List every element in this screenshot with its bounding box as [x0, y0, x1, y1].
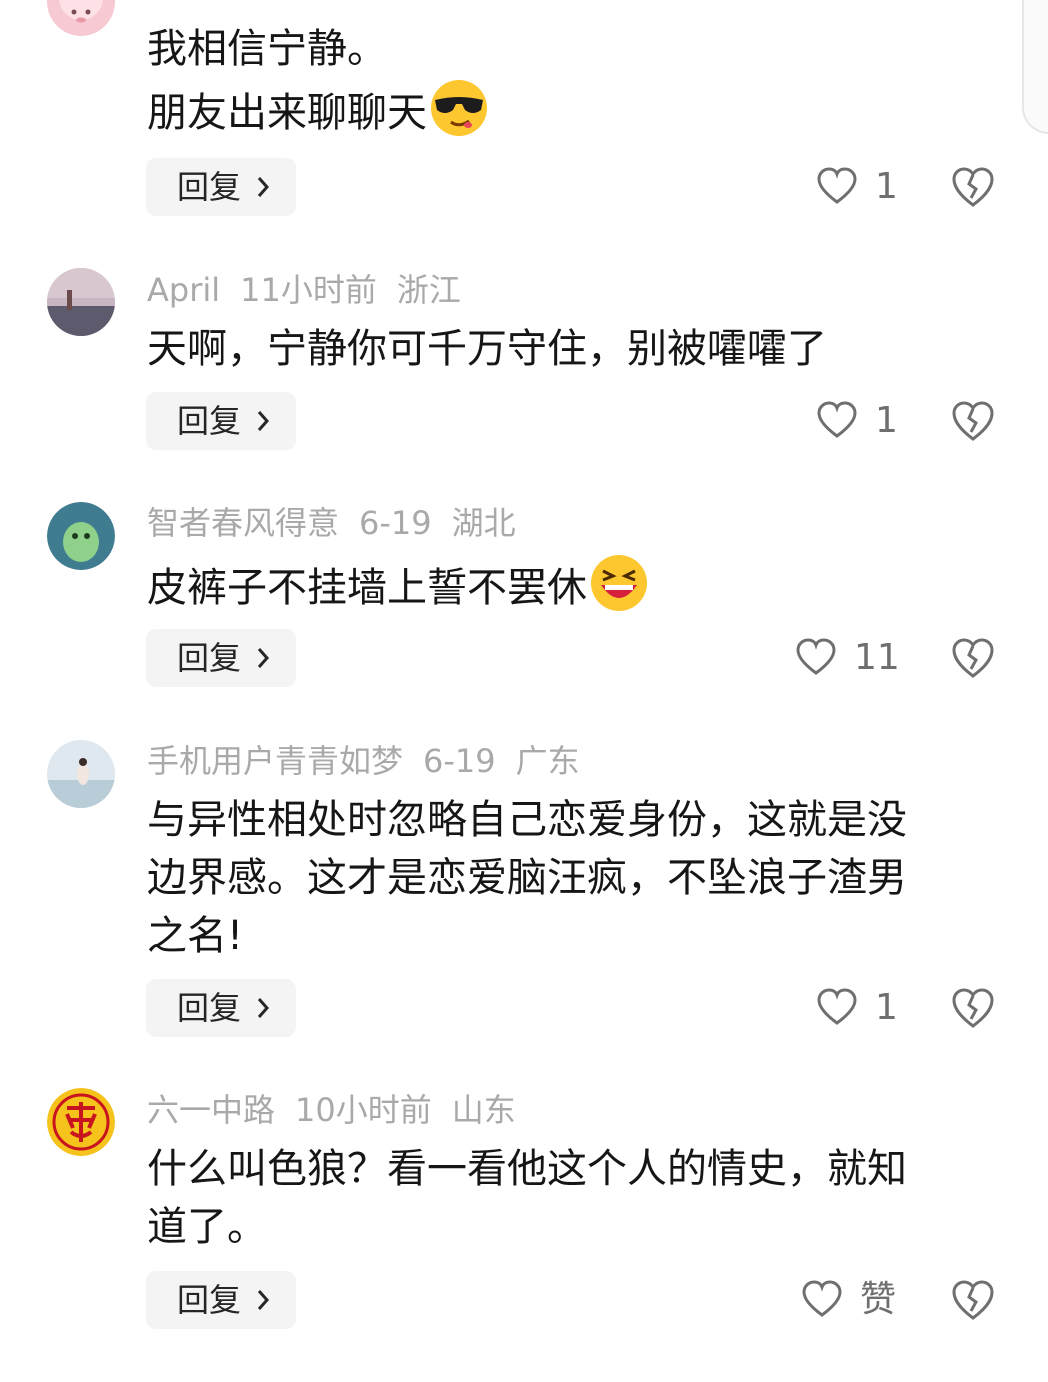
avatar[interactable] [47, 740, 115, 808]
chevron-right-icon [257, 411, 270, 431]
reply-button[interactable]: 回复 [146, 392, 296, 450]
broken-heart-icon[interactable] [951, 986, 995, 1030]
comment-region: 浙江 [396, 271, 461, 309]
reply-label: 回复 [177, 1281, 242, 1319]
avatar[interactable] [47, 268, 115, 336]
reply-button[interactable]: 回复 [146, 1271, 296, 1329]
like-count: 1 [875, 166, 898, 207]
heart-outline-icon [796, 638, 836, 675]
broken-heart-icon[interactable] [951, 636, 995, 680]
like-count: 1 [875, 987, 898, 1028]
comment-text: 我相信宁静。 朋友出来聊聊天 [147, 20, 1007, 142]
laughing-emoji-icon [591, 555, 647, 611]
chevron-right-icon [257, 1290, 270, 1310]
reply-button[interactable]: 回复 [146, 158, 296, 216]
comment-region: 山东 [451, 1091, 516, 1129]
broken-heart-icon[interactable] [951, 399, 995, 443]
comment-list-page: 我相信宁静。 朋友出来聊聊天 回复 1 April 11小时前 浙江 天啊，宁静… [0, 0, 1048, 1382]
heart-outline-icon [817, 988, 857, 1025]
user-name[interactable]: 六一中路 [147, 1091, 275, 1129]
reply-button[interactable]: 回复 [146, 629, 296, 687]
user-name[interactable]: 智者春风得意 [147, 504, 339, 542]
comment-text: 与异性相处时忽略自己恋爱身份，这就是没 边界感。这才是恋爱脑汪疯，不坠浪子渣男 … [147, 797, 907, 959]
broken-heart-icon[interactable] [951, 165, 995, 209]
comment-meta: 手机用户青青如梦 6-19 广东 [147, 741, 600, 781]
avatar[interactable] [47, 1088, 115, 1156]
sunglasses-emoji-icon [431, 80, 487, 136]
heart-outline-icon [802, 1280, 842, 1317]
broken-heart-icon[interactable] [951, 1278, 995, 1322]
chevron-right-icon [257, 648, 270, 668]
like-count: 11 [854, 637, 900, 678]
comment-meta: 智者春风得意 6-19 湖北 [147, 503, 536, 543]
reply-button[interactable]: 回复 [146, 979, 296, 1037]
comment-time: 6-19 [423, 742, 496, 780]
heart-outline-icon [817, 401, 857, 438]
user-name[interactable]: April [147, 271, 220, 309]
comment-time: 10小时前 [295, 1091, 432, 1129]
comment-text: 皮裤子不挂墙上誓不罢休 [147, 553, 1007, 617]
like-count: 赞 [860, 1279, 897, 1320]
avatar[interactable] [47, 502, 115, 570]
chevron-right-icon [257, 998, 270, 1018]
comment-text: 天啊，宁静你可千万守住，别被嚯嚯了 [147, 326, 827, 372]
reply-label: 回复 [177, 639, 242, 677]
comment-time: 6-19 [359, 504, 432, 542]
avatar[interactable] [47, 0, 115, 36]
panel-edge [1022, 0, 1048, 134]
comment-region: 广东 [515, 742, 580, 780]
reply-label: 回复 [177, 168, 242, 206]
comment-text: 什么叫色狼？看一看他这个人的情史，就知 道了。 [147, 1146, 907, 1250]
user-name[interactable]: 手机用户青青如梦 [147, 742, 403, 780]
comment-meta: 六一中路 10小时前 山东 [147, 1090, 536, 1130]
chevron-right-icon [257, 177, 270, 197]
reply-label: 回复 [177, 989, 242, 1027]
comment-time: 11小时前 [240, 271, 377, 309]
like-count: 1 [875, 400, 898, 441]
reply-label: 回复 [177, 402, 242, 440]
comment-meta: April 11小时前 浙江 [147, 270, 481, 310]
comment-region: 湖北 [451, 504, 516, 542]
heart-outline-icon [817, 167, 857, 204]
